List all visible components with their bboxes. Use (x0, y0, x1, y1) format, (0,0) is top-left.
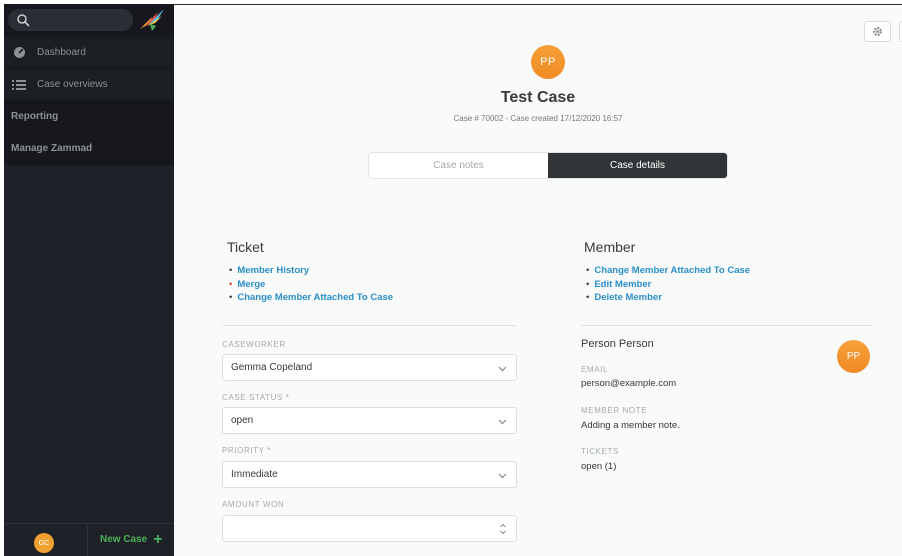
caseworker-select[interactable]: Gemma Copeland (222, 354, 517, 381)
tab-case-notes[interactable]: Case notes (369, 153, 548, 178)
new-case-button[interactable]: New Case + (100, 530, 163, 548)
tab-label: Case notes (433, 160, 484, 171)
sidebar-item-label: Case overviews (37, 79, 108, 90)
case-status-label: CASE STATUS * (222, 393, 290, 402)
list-icon (12, 78, 26, 92)
chevron-down-icon (498, 419, 507, 425)
member-divider (581, 325, 872, 326)
member-history-link[interactable]: Member History (229, 264, 393, 278)
case-avatar: PP (531, 45, 565, 79)
priority-value: Immediate (231, 469, 278, 480)
priority-label: PRIORITY * (222, 446, 271, 455)
gear-icon (873, 27, 882, 36)
amount-won-label: AMOUNT WON (222, 500, 285, 509)
case-status-value: open (231, 415, 254, 426)
case-avatar-initials: PP (540, 56, 556, 68)
member-note: Adding a member note. (581, 420, 680, 431)
sidebar-section-reporting[interactable]: Reporting (4, 101, 174, 133)
merge-link[interactable]: Merge (229, 278, 393, 292)
sidebar: Dashboard Case overviews Reporting Manag… (4, 4, 174, 556)
main-content: PP Test Case Case # 70002 - Case created… (174, 4, 902, 556)
member-tickets: open (1) (581, 461, 617, 472)
case-meta: Case # 70002 - Case created 17/12/2020 1… (453, 114, 623, 123)
sidebar-header (4, 4, 174, 37)
member-heading: Member (584, 239, 636, 255)
chevron-down-icon (498, 366, 507, 372)
search-icon (17, 14, 30, 27)
member-change-link[interactable]: Change Member Attached To Case (586, 264, 750, 278)
page-title: Test Case (500, 89, 576, 106)
plus-icon: + (153, 530, 163, 548)
sidebar-footer: GC New Case + (4, 523, 174, 556)
dashboard-icon (12, 46, 26, 60)
caseworker-label: CASEWORKER (222, 340, 286, 349)
sidebar-section-manage-zammad[interactable]: Manage Zammad (4, 133, 174, 165)
footer-divider (87, 524, 88, 556)
user-avatar[interactable]: GC (34, 533, 54, 553)
stepper-icon[interactable] (499, 522, 507, 536)
sidebar-item-dashboard[interactable]: Dashboard (4, 37, 174, 69)
tab-label: Case details (609, 160, 666, 171)
new-case-label: New Case (100, 534, 148, 545)
amount-won-input[interactable] (222, 515, 517, 542)
edit-member-link[interactable]: Edit Member (586, 278, 750, 292)
sidebar-section-label: Reporting (11, 111, 59, 122)
member-avatar-initials: PP (846, 351, 861, 362)
member-avatar: PP (837, 340, 870, 373)
user-initials: GC (38, 539, 50, 547)
tab-case-details[interactable]: Case details (548, 153, 727, 178)
email-label: EMAIL (581, 365, 609, 374)
sidebar-item-case-overviews[interactable]: Case overviews (4, 69, 174, 101)
member-note-label: MEMBER NOTE (581, 406, 648, 415)
zammad-logo-icon[interactable] (138, 7, 166, 33)
settings-button[interactable] (864, 21, 891, 42)
search-box[interactable] (8, 9, 133, 31)
ticket-heading: Ticket (227, 239, 264, 255)
member-actions: Change Member Attached To Case Edit Memb… (586, 264, 750, 305)
member-name: Person Person (581, 338, 654, 350)
ticket-actions: Member History Merge Change Member Attac… (229, 264, 393, 305)
change-member-link[interactable]: Change Member Attached To Case (229, 291, 393, 305)
sidebar-item-label: Dashboard (37, 47, 86, 58)
ticket-divider (222, 325, 517, 326)
tab-bar: Case notes Case details (368, 152, 728, 179)
tickets-label: TICKETS (581, 447, 619, 456)
case-status-select[interactable]: open (222, 407, 517, 434)
caseworker-value: Gemma Copeland (231, 362, 313, 373)
chevron-down-icon (498, 473, 507, 479)
member-email: person@example.com (581, 378, 677, 389)
sidebar-section-label: Manage Zammad (11, 143, 93, 154)
search-input[interactable] (32, 11, 128, 29)
delete-member-link[interactable]: Delete Member (586, 291, 750, 305)
priority-select[interactable]: Immediate (222, 461, 517, 488)
